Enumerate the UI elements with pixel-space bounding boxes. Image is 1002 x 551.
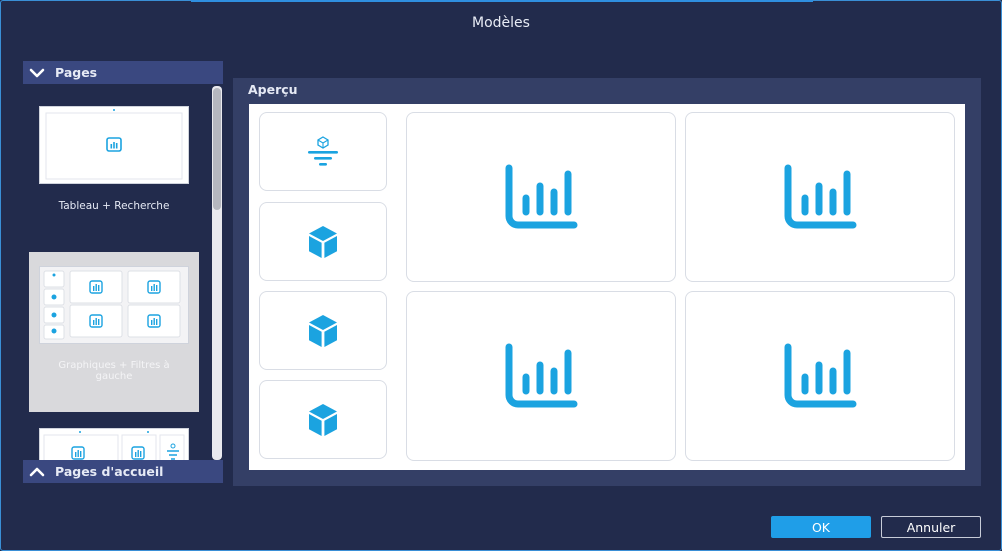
preview-canvas <box>249 104 965 470</box>
chart-icon <box>784 164 857 229</box>
templates-dialog: Modèles Pages Tableau + Recherche Graphi… <box>0 0 1002 551</box>
filter-widget-card <box>259 112 387 191</box>
chart-widget-card <box>685 112 955 282</box>
dialog-title: Modèles <box>472 15 530 31</box>
cancel-button[interactable]: Annuler <box>881 516 981 538</box>
template-list-scrollbar[interactable] <box>212 86 222 460</box>
ok-button[interactable]: OK <box>771 516 871 538</box>
template-item-graphiques-filtres[interactable]: Graphiques + Filtres à gauche <box>29 252 199 412</box>
template-thumbnail <box>39 106 189 184</box>
chevron-up-icon <box>29 464 45 480</box>
template-list: Tableau + Recherche Graphiques + Filtres… <box>23 84 223 460</box>
chart-icon <box>505 343 578 408</box>
chart-icon <box>505 164 578 229</box>
home-pages-accordion-label: Pages d'accueil <box>55 464 164 479</box>
template-item-tableau-recherche[interactable]: Tableau + Recherche <box>29 84 199 244</box>
template-label: Graphiques + Filtres à gauche <box>58 360 170 382</box>
cube-icon <box>309 403 337 436</box>
chart-icon <box>784 343 857 408</box>
template-thumbnail <box>39 428 189 460</box>
template-item-third[interactable] <box>29 420 199 460</box>
chart-widget-card <box>406 291 676 461</box>
dimension-widget-card <box>259 202 387 281</box>
chevron-down-icon <box>29 65 45 81</box>
template-thumbnail <box>39 266 189 344</box>
title-bar-accent <box>191 0 813 2</box>
cube-icon <box>309 314 337 347</box>
template-label: Tableau + Recherche <box>58 200 170 212</box>
pages-accordion-label: Pages <box>55 65 98 80</box>
home-pages-accordion-header[interactable]: Pages d'accueil <box>23 460 223 483</box>
preview-label: Aperçu <box>248 82 298 97</box>
filter-icon <box>308 135 338 166</box>
dimension-widget-card <box>259 291 387 370</box>
preview-panel: Aperçu <box>233 78 981 486</box>
dimension-widget-card <box>259 380 387 459</box>
pages-accordion-header[interactable]: Pages <box>23 61 223 84</box>
cube-icon <box>309 225 337 258</box>
scrollbar-thumb[interactable] <box>213 88 221 210</box>
chart-widget-card <box>685 291 955 461</box>
chart-widget-card <box>406 112 676 282</box>
